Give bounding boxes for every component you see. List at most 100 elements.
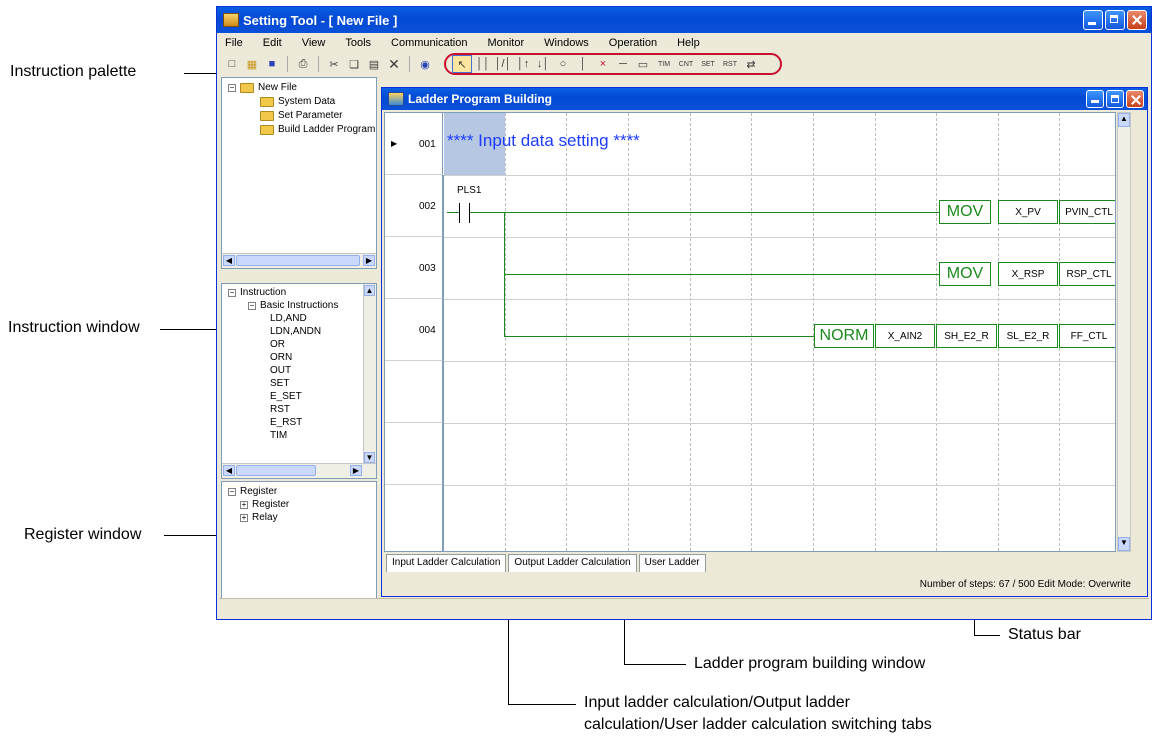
instruction-item[interactable]: RST (270, 404, 290, 415)
new-file-icon[interactable]: □ (223, 56, 241, 72)
globe-icon[interactable]: ◉ (416, 56, 434, 72)
paste-icon[interactable]: ▤ (365, 56, 383, 72)
menu-communication[interactable]: Communication (391, 37, 467, 49)
row-header[interactable]: 003 (385, 237, 443, 299)
operand-cell[interactable]: X_AIN2 (875, 324, 935, 348)
minimize-button[interactable] (1083, 10, 1103, 30)
menu-tools[interactable]: Tools (345, 37, 371, 49)
scroll-left-icon[interactable]: ◀ (223, 465, 235, 476)
set-icon[interactable]: SET (698, 56, 718, 72)
menu-monitor[interactable]: Monitor (487, 37, 524, 49)
tree-node-set-parameter[interactable]: Set Parameter (260, 110, 342, 121)
operand-cell[interactable]: SL_E2_R (998, 324, 1058, 348)
scroll-thumb[interactable] (236, 255, 360, 266)
scroll-right-icon[interactable]: ▶ (363, 255, 375, 266)
operand-cell[interactable]: X_PV (998, 200, 1058, 224)
tree-node-system-data[interactable]: System Data (260, 96, 335, 107)
horizontal-line-icon[interactable]: ─ (614, 56, 632, 72)
instruction-item[interactable]: OUT (270, 365, 291, 376)
scroll-up-icon[interactable]: ▲ (1118, 113, 1130, 127)
tab-input-ladder-calculation[interactable]: Input Ladder Calculation (386, 554, 507, 572)
menu-edit[interactable]: Edit (263, 37, 282, 49)
collapse-icon[interactable]: − (248, 301, 256, 310)
tree-node-register-root[interactable]: − Register (228, 486, 277, 497)
operand-cell[interactable]: FF_CTL (1059, 324, 1115, 348)
tree-node-basic-instructions[interactable]: − Basic Instructions (248, 300, 338, 311)
falling-edge-contact-icon[interactable]: ↓│ (534, 56, 552, 72)
row-header[interactable] (385, 361, 443, 423)
scroll-up-icon[interactable]: ▲ (364, 285, 375, 296)
reset-icon[interactable]: RST (720, 56, 740, 72)
collapse-icon[interactable]: − (228, 487, 236, 496)
vertical-line-icon[interactable]: │ (574, 56, 592, 72)
scroll-right-icon[interactable]: ▶ (350, 465, 362, 476)
function-block-icon[interactable]: ▭ (634, 56, 652, 72)
operand-cell[interactable]: PVIN_CTL (1059, 200, 1115, 224)
menu-help[interactable]: Help (677, 37, 700, 49)
instruction-item[interactable]: LD,AND (270, 313, 307, 324)
collapse-icon[interactable]: − (228, 288, 236, 297)
scroll-down-icon[interactable]: ▼ (1118, 537, 1130, 551)
cut-icon[interactable]: ✂ (325, 56, 343, 72)
operand-cell[interactable]: SH_E2_R (936, 324, 997, 348)
normally-open-contact[interactable] (447, 203, 503, 223)
norm-instruction[interactable]: NORM (814, 324, 874, 348)
mov-instruction[interactable]: MOV (939, 200, 991, 224)
scroll-left-icon[interactable]: ◀ (223, 255, 235, 266)
save-icon[interactable]: ■ (263, 56, 281, 72)
row-header[interactable] (385, 485, 443, 551)
counter-icon[interactable]: CNT (676, 56, 696, 72)
operand-cell[interactable]: X_RSP (998, 262, 1058, 286)
tab-output-ladder-calculation[interactable]: Output Ladder Calculation (508, 554, 637, 572)
title-bar[interactable]: Setting Tool - [ New File ] (217, 7, 1151, 33)
ladder-close-button[interactable] (1126, 90, 1144, 108)
select-cursor-icon[interactable]: ↖ (452, 55, 472, 73)
normally-closed-contact-icon[interactable]: │/│ (494, 56, 512, 72)
instruction-item[interactable]: ORN (270, 352, 292, 363)
maximize-button[interactable] (1105, 10, 1125, 30)
copy-icon[interactable]: ❏ (345, 56, 363, 72)
rising-edge-contact-icon[interactable]: │↑ (514, 56, 532, 72)
horizontal-scrollbar[interactable]: ◀ ▶ (222, 253, 376, 268)
expand-icon[interactable]: + (240, 500, 248, 509)
convert-icon[interactable]: ⇄ (742, 56, 760, 72)
ladder-grid[interactable]: ▶ 001 002 003 004 **** Input data settin… (384, 112, 1116, 552)
ladder-title-bar[interactable]: Ladder Program Building (382, 88, 1147, 110)
tree-node-relay[interactable]: + Relay (240, 512, 278, 523)
collapse-icon[interactable]: − (228, 83, 236, 92)
timer-icon[interactable]: TIM (654, 56, 674, 72)
menu-windows[interactable]: Windows (544, 37, 589, 49)
menu-view[interactable]: View (302, 37, 326, 49)
instruction-item[interactable]: E_SET (270, 391, 302, 402)
menu-operation[interactable]: Operation (609, 37, 657, 49)
delete-icon[interactable]: ✕ (385, 56, 403, 72)
ladder-vertical-scrollbar[interactable]: ▲ ▼ (1117, 112, 1131, 552)
instruction-item[interactable]: SET (270, 378, 289, 389)
ladder-maximize-button[interactable] (1106, 90, 1124, 108)
row-header[interactable]: 004 (385, 299, 443, 361)
tree-node-register[interactable]: + Register (240, 499, 289, 510)
row-header[interactable]: 002 (385, 175, 443, 237)
instruction-item[interactable]: E_RST (270, 417, 302, 428)
operand-cell[interactable]: RSP_CTL (1059, 262, 1115, 286)
instruction-item[interactable]: OR (270, 339, 285, 350)
output-coil-icon[interactable]: ○ (554, 56, 572, 72)
ladder-minimize-button[interactable] (1086, 90, 1104, 108)
tree-node-instruction[interactable]: − Instruction (228, 287, 286, 298)
horizontal-scrollbar[interactable]: ◀ ▶ (222, 463, 376, 478)
close-button[interactable] (1127, 10, 1147, 30)
vertical-scrollbar[interactable]: ▲ ▼ (363, 284, 376, 464)
row-comment[interactable]: **** Input data setting **** (447, 131, 640, 151)
scroll-down-icon[interactable]: ▼ (364, 452, 375, 463)
tree-node-new-file[interactable]: − New File (228, 82, 297, 93)
menu-file[interactable]: File (225, 37, 243, 49)
mov-instruction[interactable]: MOV (939, 262, 991, 286)
tab-user-ladder[interactable]: User Ladder (638, 554, 706, 572)
scroll-thumb[interactable] (236, 465, 316, 476)
delete-vertical-line-icon[interactable]: × (594, 56, 612, 72)
tree-node-build-ladder-program[interactable]: Build Ladder Program (260, 124, 375, 135)
instruction-item[interactable]: TIM (270, 430, 287, 441)
expand-icon[interactable]: + (240, 513, 248, 522)
row-header[interactable]: ▶ 001 (385, 113, 443, 175)
row-header[interactable] (385, 423, 443, 485)
